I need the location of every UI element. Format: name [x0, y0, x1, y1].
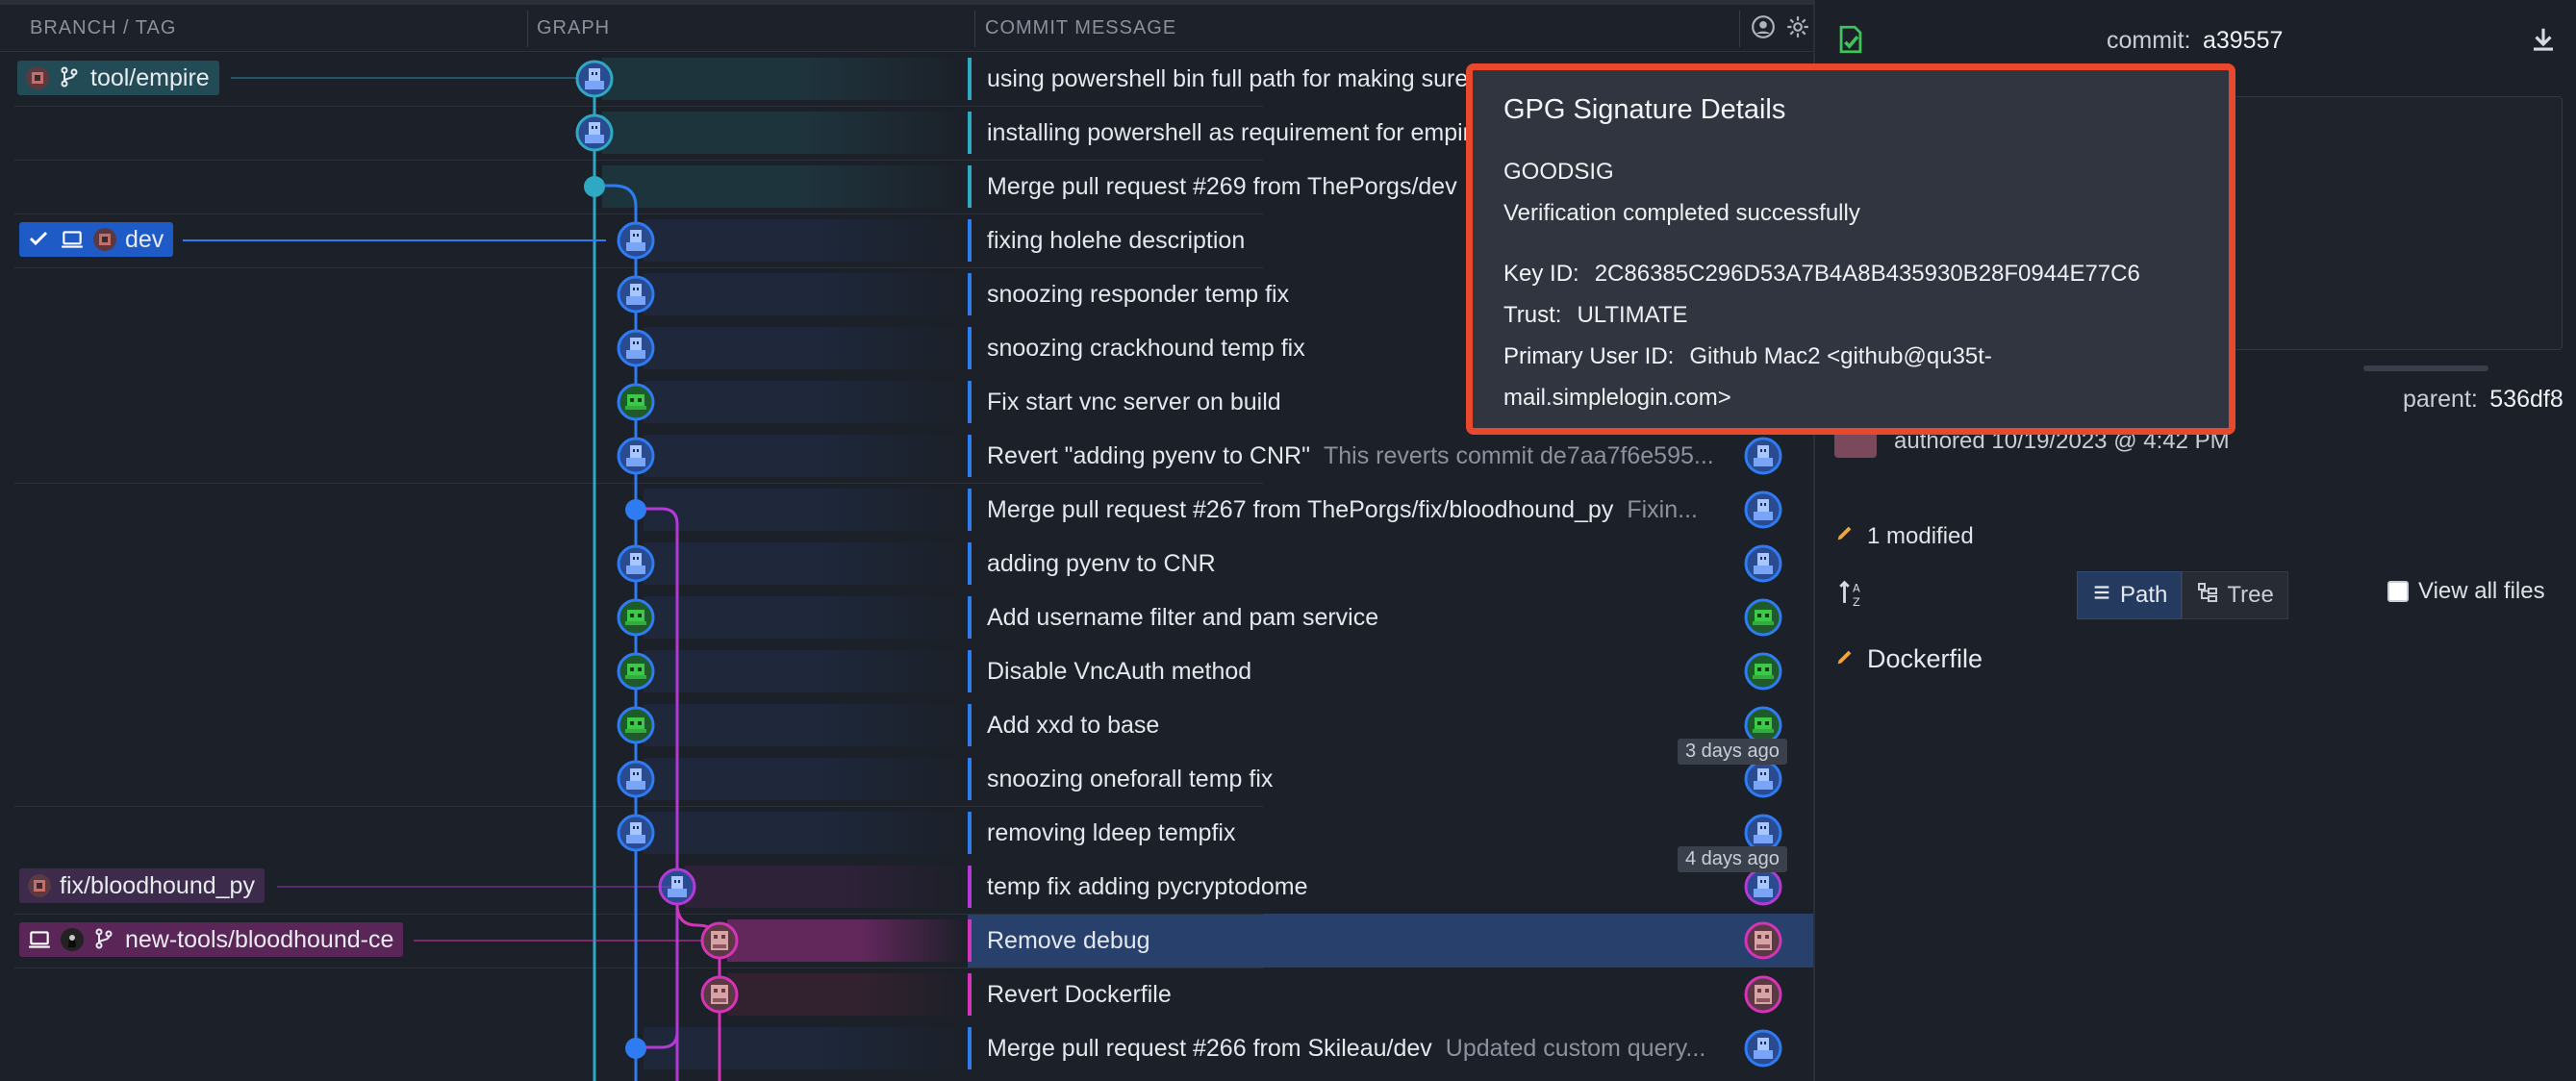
gpg-trust-row: Trust: ULTIMATE [1503, 302, 1688, 329]
view-all-checkbox[interactable] [2387, 581, 2409, 602]
branch-label: tool/empire [90, 63, 210, 91]
sort-icon[interactable]: AZ [1836, 577, 1871, 612]
branch-connector [231, 77, 577, 79]
commit-node[interactable] [617, 760, 655, 798]
commit-node[interactable] [700, 921, 739, 960]
branch-icon [92, 927, 117, 952]
commit-node[interactable] [617, 706, 655, 744]
branch-tag-new-tools-bloodhound-ce[interactable]: new-tools/bloodhound-ce [19, 922, 404, 957]
modified-summary: 1 modified [1834, 522, 1974, 550]
download-icon[interactable] [2529, 25, 2558, 54]
merge-node[interactable] [584, 176, 605, 197]
file-item[interactable]: Dockerfile [1834, 644, 1983, 674]
gpg-status: GOODSIG [1503, 159, 1614, 185]
key-id: 2C86385C296D53A7B4A8B435930B28F0944E77C6 [1594, 261, 2140, 287]
laptop-icon [27, 927, 52, 952]
gpg-key-row: Key ID: 2C86385C296D53A7B4A8B435930B28F09… [1503, 261, 2140, 288]
pencil-icon [1834, 644, 1856, 674]
gpg-signature-tooltip: GPG Signature Details GOODSIG Verificati… [1466, 63, 2235, 435]
avatar-icon [27, 873, 52, 898]
uid-value-line2: mail.simplelogin.com> [1503, 385, 1731, 411]
list-icon [2091, 582, 2112, 610]
avatar-icon [25, 65, 50, 90]
parent-label: parent: [2403, 386, 2478, 413]
svg-text:A: A [1853, 582, 1860, 595]
view-all-label: View all files [2418, 578, 2545, 604]
commit-node[interactable] [617, 329, 655, 367]
modified-count: 1 modified [1867, 522, 1974, 549]
merge-node[interactable] [625, 1038, 646, 1059]
commit-node[interactable] [617, 383, 655, 421]
avatar-icon [92, 227, 117, 252]
view-all-files: View all files [2387, 578, 2545, 605]
tree-tab-label: Tree [2227, 582, 2274, 608]
branch-tag-tool-empire[interactable]: tool/empire [17, 61, 219, 95]
commit-node[interactable] [700, 975, 739, 1014]
parent-info: parent: 536df8 [2403, 386, 2563, 414]
laptop-icon [60, 227, 85, 252]
commit-node[interactable] [617, 652, 655, 691]
branch-label: new-tools/bloodhound-ce [125, 925, 394, 953]
commit-sha-header: commit: a39557 [2107, 27, 2283, 55]
branch-label: fix/bloodhound_py [60, 871, 255, 899]
svg-text:Z: Z [1853, 595, 1860, 609]
file-name: Dockerfile [1867, 644, 1983, 673]
parent-sha[interactable]: 536df8 [2489, 386, 2563, 413]
commit-node[interactable] [617, 221, 655, 260]
trust-label: Trust: [1503, 302, 1562, 328]
branch-icon [58, 65, 83, 90]
branch-tag-dev[interactable]: dev [19, 222, 174, 257]
branch-connector [183, 239, 606, 241]
branch-tag-fix-bloodhound-py[interactable]: fix/bloodhound_py [19, 868, 265, 903]
branch-label: dev [125, 225, 164, 253]
avatar-icon [60, 927, 85, 952]
branch-connector [414, 940, 702, 942]
path-tab-label: Path [2120, 582, 2168, 608]
commit-node[interactable] [617, 437, 655, 475]
pencil-icon [1834, 522, 1856, 550]
tree-icon [2196, 581, 2219, 611]
uid-value-line1: Github Mac2 <github@qu35t- [1689, 343, 1992, 369]
tooltip-title: GPG Signature Details [1503, 94, 1786, 125]
commit-node[interactable] [575, 60, 614, 98]
gpg-result: Verification completed successfully [1503, 200, 1860, 226]
check-icon [27, 227, 52, 252]
trust-value: ULTIMATE [1577, 302, 1688, 328]
commit-node[interactable] [617, 814, 655, 852]
signature-verified-icon[interactable] [1834, 23, 1867, 56]
view-mode-toggle: Path Tree [2077, 571, 2288, 619]
commit-node[interactable] [617, 598, 655, 637]
commit-node[interactable] [575, 113, 614, 152]
branch-connector [277, 886, 671, 888]
commit-node[interactable] [617, 275, 655, 314]
merge-node[interactable] [625, 499, 646, 520]
resize-handle[interactable] [2363, 365, 2488, 371]
gpg-uid-row: Primary User ID: Github Mac2 <github@qu35… [1503, 343, 1992, 370]
tree-tab[interactable]: Tree [2182, 571, 2288, 619]
key-label: Key ID: [1503, 261, 1579, 287]
commit-sha[interactable]: a39557 [2203, 27, 2283, 54]
commit-label: commit: [2107, 27, 2191, 54]
path-tab[interactable]: Path [2077, 571, 2183, 619]
commit-node[interactable] [617, 544, 655, 583]
uid-label: Primary User ID: [1503, 343, 1675, 369]
